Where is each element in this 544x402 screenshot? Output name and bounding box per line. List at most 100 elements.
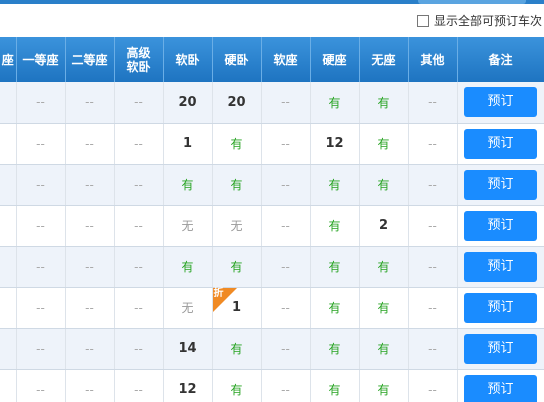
seat-cell-no-seat: 有 (359, 369, 409, 402)
seat-cell-soft-sleeper: 14 (163, 328, 213, 370)
book-button[interactable]: 预订 (464, 251, 537, 282)
seat-value: -- (281, 259, 290, 274)
table-row: -- -- -- 有 有 -- 有 有 -- 预订 (0, 164, 544, 206)
header-seat-col: 座 (0, 37, 17, 82)
seat-value: -- (85, 259, 94, 274)
seat-value: -- (428, 95, 437, 110)
seat-cell-no-seat: 有 (359, 246, 409, 288)
book-button[interactable]: 预订 (464, 128, 537, 159)
table-row: -- -- -- 有 有 -- 有 有 -- 预订 (0, 246, 544, 288)
seat-cell-seat-col (0, 164, 17, 206)
seat-cell-second-class: -- (65, 369, 115, 402)
seat-cell-deluxe-soft-sleeper: -- (114, 123, 164, 165)
book-button[interactable]: 预订 (464, 374, 537, 402)
seat-cell-soft-sleeper: 20 (163, 82, 213, 124)
header-first-class: 一等座 (16, 37, 66, 82)
table-row: -- -- -- 无 无 -- 有 2 -- 预订 (0, 205, 544, 247)
seat-value: -- (36, 95, 45, 110)
seat-cell-no-seat: 有 (359, 328, 409, 370)
table-row: -- -- -- 12 有 -- 有 有 -- 预订 (0, 369, 544, 402)
seat-cell-no-seat: 有 (359, 123, 409, 165)
seat-cell-hard-sleeper: 有 (212, 369, 262, 402)
book-button[interactable]: 预订 (464, 292, 537, 323)
seat-value: 无 (181, 219, 194, 233)
seat-cell-second-class: -- (65, 287, 115, 329)
remarks-cell: 预订 (457, 205, 544, 247)
seat-cell-first-class: -- (16, 205, 66, 247)
remarks-cell: 预订 (457, 82, 544, 124)
seat-value: 有 (328, 260, 341, 274)
seat-cell-seat-col (0, 82, 17, 124)
seat-value: -- (85, 95, 94, 110)
seat-value: -- (85, 341, 94, 356)
seat-cell-hard-seat: 有 (310, 82, 360, 124)
seat-cell-second-class: -- (65, 328, 115, 370)
seat-value: 有 (328, 95, 341, 110)
seat-value: -- (281, 341, 290, 356)
seat-value: -- (36, 259, 45, 274)
seat-value: 有 (377, 137, 390, 151)
seat-cell-first-class: -- (16, 369, 66, 402)
seat-value: -- (85, 382, 94, 397)
seat-cell-second-class: -- (65, 82, 115, 124)
book-button[interactable]: 预订 (464, 333, 537, 364)
seat-cell-hard-seat: 有 (310, 246, 360, 288)
seat-cell-hard-seat: 有 (310, 205, 360, 247)
seat-value: -- (134, 218, 143, 233)
options-bar: 显示全部可预订车次 (0, 4, 544, 34)
seat-value: 有 (230, 383, 243, 397)
seat-value: 有 (377, 95, 390, 110)
book-button[interactable]: 预订 (464, 87, 537, 118)
seat-cell-deluxe-soft-sleeper: -- (114, 82, 164, 124)
header-second-class: 二等座 (65, 37, 115, 82)
book-button[interactable]: 预订 (464, 210, 537, 241)
seat-value: 有 (230, 178, 243, 192)
seat-cell-first-class: -- (16, 164, 66, 206)
remarks-cell: 预订 (457, 123, 544, 165)
seat-cell-soft-sleeper: 有 (163, 246, 213, 288)
seat-cell-soft-sleeper: 无 (163, 205, 213, 247)
seat-cell-seat-col (0, 123, 17, 165)
seat-value: -- (134, 382, 143, 397)
seat-value: -- (428, 136, 437, 151)
seat-cell-no-seat: 有 (359, 164, 409, 206)
seat-cell-deluxe-soft-sleeper: -- (114, 287, 164, 329)
seat-cell-soft-seat: -- (261, 164, 311, 206)
seat-value: 有 (328, 178, 341, 192)
seat-cell-other: -- (408, 205, 458, 247)
seat-cell-hard-seat: 有 (310, 328, 360, 370)
seat-cell-soft-seat: -- (261, 328, 311, 370)
remarks-cell: 预订 (457, 369, 544, 402)
seat-value: 无 (181, 301, 194, 315)
show-all-bookable-toggle[interactable]: 显示全部可预订车次 (416, 12, 542, 29)
table-body: -- -- -- 20 20 -- 有有 -- 预订 -- -- -- 1 有 -- 12 有 -- 预订 -- -- -… (0, 82, 544, 402)
seat-cell-soft-sleeper: 12 (163, 369, 213, 402)
show-all-checkbox[interactable] (416, 14, 429, 27)
book-button[interactable]: 预订 (464, 169, 537, 200)
seat-cell-hard-sleeper: 20 (212, 82, 262, 124)
seat-cell-second-class: -- (65, 164, 115, 206)
seat-value: 有 (377, 178, 390, 192)
seat-value: 12 (178, 382, 197, 397)
seat-cell-soft-sleeper: 1 (163, 123, 213, 165)
seat-cell-soft-seat: -- (261, 287, 311, 329)
seat-cell-seat-col (0, 287, 17, 329)
seat-cell-soft-sleeper: 无 (163, 287, 213, 329)
seat-value: 有 (181, 178, 194, 192)
header-soft-sleeper: 软卧 (163, 37, 213, 82)
seat-value: 2 (378, 218, 389, 233)
seat-value: 有 (328, 342, 341, 356)
seat-value: -- (428, 382, 437, 397)
seat-value: -- (428, 341, 437, 356)
remarks-cell: 预订 (457, 246, 544, 288)
seat-cell-no-seat: 2 (359, 205, 409, 247)
seat-value: -- (36, 341, 45, 356)
seat-value: 20 (178, 94, 197, 110)
seat-cell-first-class: -- (16, 287, 66, 329)
seat-cell-seat-col (0, 246, 17, 288)
header-remarks: 备注 (457, 37, 544, 82)
seat-cell-other: -- (408, 123, 458, 165)
seat-value: 有 (328, 219, 341, 233)
seat-cell-other: -- (408, 246, 458, 288)
seat-value: 有 (230, 342, 243, 356)
